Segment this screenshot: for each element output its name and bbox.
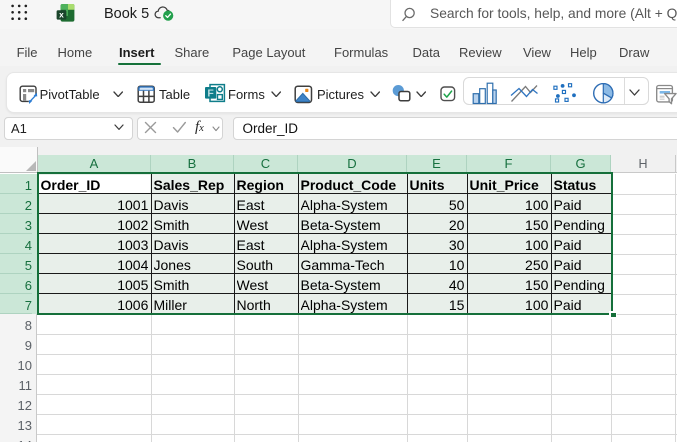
svg-text:F: F: [207, 87, 214, 99]
svg-text:x: x: [59, 10, 64, 20]
